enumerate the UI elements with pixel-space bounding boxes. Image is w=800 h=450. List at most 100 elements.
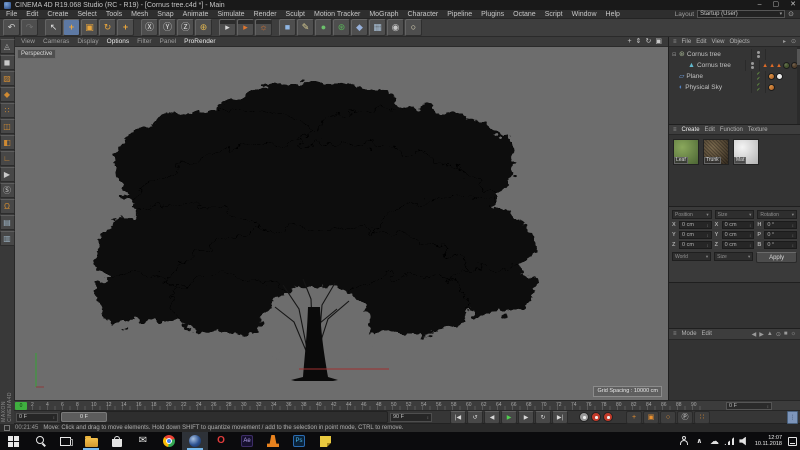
lock-icon[interactable]: ■ [784,331,788,338]
menu-tools[interactable]: Tools [106,11,122,18]
magnet-tool-button[interactable]: Ω [0,199,15,214]
expander-icon[interactable]: ⊟ [672,52,677,58]
visibility-dot-icon[interactable] [757,51,760,54]
mat-menu-function[interactable]: Function [720,127,743,133]
polygons-mode-button[interactable]: ◧ [0,135,15,150]
om-burger-icon[interactable]: ≡ [673,39,677,45]
apply-button[interactable]: Apply [756,252,797,263]
menu-octane[interactable]: Octane [513,11,536,18]
stepper-icon[interactable]: ↕ [792,243,794,248]
visibility-check-icon[interactable]: ✓ [756,77,760,81]
om-search-icon[interactable]: ⊙ [791,38,796,45]
layout-search-icon[interactable]: ⊙ [788,10,794,18]
goto-start-button[interactable]: |◀ [450,411,466,424]
taskbar-vlc[interactable] [260,432,286,450]
menu-edit[interactable]: Edit [26,11,38,18]
visibility-toggles[interactable] [751,49,766,60]
taskbar-search[interactable] [26,432,52,450]
points-mode-button[interactable]: ∷ [0,103,15,118]
om-arrow-icon[interactable]: ▸ [783,38,786,45]
menu-window[interactable]: Window [572,11,597,18]
viewport-menu-filter[interactable]: Filter [137,38,151,45]
mat-menu-texture[interactable]: Texture [748,127,768,133]
toggle-panels-icon[interactable]: ▣ [655,37,662,47]
maximize-button[interactable]: ▢ [773,0,780,10]
action-center-button[interactable] [785,432,800,450]
add-mograph-effector-button[interactable]: ⊛ [333,19,350,36]
taskbar-start[interactable] [0,432,26,450]
cycle-forward-button[interactable]: ↻ [535,411,551,424]
taskbar-mail[interactable]: ✉ [130,432,156,450]
tray-overflow-button[interactable]: ∧ [692,432,707,450]
stepper-icon[interactable]: ↕ [53,415,55,420]
taskbar-chrome[interactable] [156,432,182,450]
coordinate-space-dropdown[interactable]: World ▾ [672,252,711,261]
record-rotation-toggle[interactable]: ○ [660,411,676,424]
coordinate-value-field[interactable]: 0 cm↕ [722,241,755,249]
record-active-objects-button[interactable] [591,412,601,422]
coordinate-value-field[interactable]: 0 °↕ [764,231,797,239]
menu-character[interactable]: Character [408,11,439,18]
zoom-view-icon[interactable]: ⇕ [636,37,642,47]
menu-file[interactable]: File [6,11,17,18]
phong-tag-icon[interactable] [768,84,775,91]
clock[interactable]: 12:07 10.11.2018 [752,435,785,447]
previous-frame-button[interactable]: ◀ [484,411,500,424]
menu-mesh[interactable]: Mesh [131,11,148,18]
coordinate-value-field[interactable]: 0 cm↕ [722,231,755,239]
taskbar-task-view[interactable] [52,432,78,450]
coordinate-value-field[interactable]: 0 cm↕ [722,221,755,229]
pin-icon[interactable]: ▲ [767,331,773,338]
menu-pipeline[interactable]: Pipeline [447,11,472,18]
viewport-menu-prorender[interactable]: ProRender [184,38,215,45]
add-spline-pen-button[interactable]: ✎ [297,19,314,36]
coordinate-value-field[interactable]: 0 °↕ [764,221,797,229]
taskbar-after-effects[interactable]: Ae [234,432,260,450]
object-row-cornus-tree[interactable]: ▲Cornus tree▲▲▲ [669,60,800,71]
people-button[interactable] [677,432,692,450]
viewport-menu-cameras[interactable]: Cameras [43,38,69,45]
visibility-toggles[interactable]: ✓✓ [751,71,766,82]
viewport-menu-options[interactable]: Options [107,38,129,45]
menu-simulate[interactable]: Simulate [217,11,244,18]
material-trunk[interactable]: Trunk [703,139,729,165]
rotation-dropdown[interactable]: Rotation▾ [757,210,797,219]
menu-render[interactable]: Render [254,11,277,18]
object-row-physical-sky[interactable]: ◐Physical Sky✓✓ [669,82,800,93]
texture-tag-icon[interactable] [776,73,783,80]
render-settings-button[interactable]: ☼ [255,19,272,36]
am-burger-icon[interactable]: ≡ [673,331,677,337]
taskbar-photoshop[interactable]: Ps [286,432,312,450]
menu-script[interactable]: Script [545,11,563,18]
object-row-cornus-tree[interactable]: ⊟⊛Cornus tree [669,49,800,60]
menu-sculpt[interactable]: Sculpt [286,11,305,18]
edges-mode-button[interactable]: ◫ [0,119,15,134]
coordinate-value-field[interactable]: 0 °↕ [764,241,797,249]
menu-mograph[interactable]: MoGraph [369,11,398,18]
viewport-menu-display[interactable]: Display [77,38,98,45]
locked-workplane-button[interactable]: ▥ [0,231,15,246]
menu-snap[interactable]: Snap [157,11,173,18]
stepper-icon[interactable]: ↕ [767,404,769,409]
viewport-menu-view[interactable]: View [21,38,35,45]
render-picture-viewer-button[interactable]: ▸ [237,19,254,36]
phong-tag-icon[interactable] [768,73,775,80]
goto-end-button[interactable]: ▶| [552,411,568,424]
onedrive-button[interactable]: ☁ [707,432,722,450]
mat-burger-icon[interactable]: ≡ [673,127,677,133]
menu-help[interactable]: Help [606,11,620,18]
stepper-icon[interactable]: ↕ [792,233,794,238]
texture-mode-button[interactable]: ▨ [0,71,15,86]
add-camera-button[interactable]: ◉ [387,19,404,36]
size-dropdown[interactable]: Size▾ [715,210,755,219]
stepper-icon[interactable]: ↕ [792,223,794,228]
make-editable-button[interactable]: ◬ [0,39,15,54]
stepper-icon[interactable]: ↕ [749,243,751,248]
visibility-dot-icon[interactable] [751,62,754,65]
menu-animate[interactable]: Animate [183,11,209,18]
record-scale-toggle[interactable]: ▣ [643,411,659,424]
material-mat[interactable]: Mat [733,139,759,165]
live-selection-button[interactable]: ↖ [45,19,62,36]
coordinate-value-field[interactable]: 0 cm↕ [679,241,712,249]
cycle-backward-button[interactable]: ↺ [467,411,483,424]
